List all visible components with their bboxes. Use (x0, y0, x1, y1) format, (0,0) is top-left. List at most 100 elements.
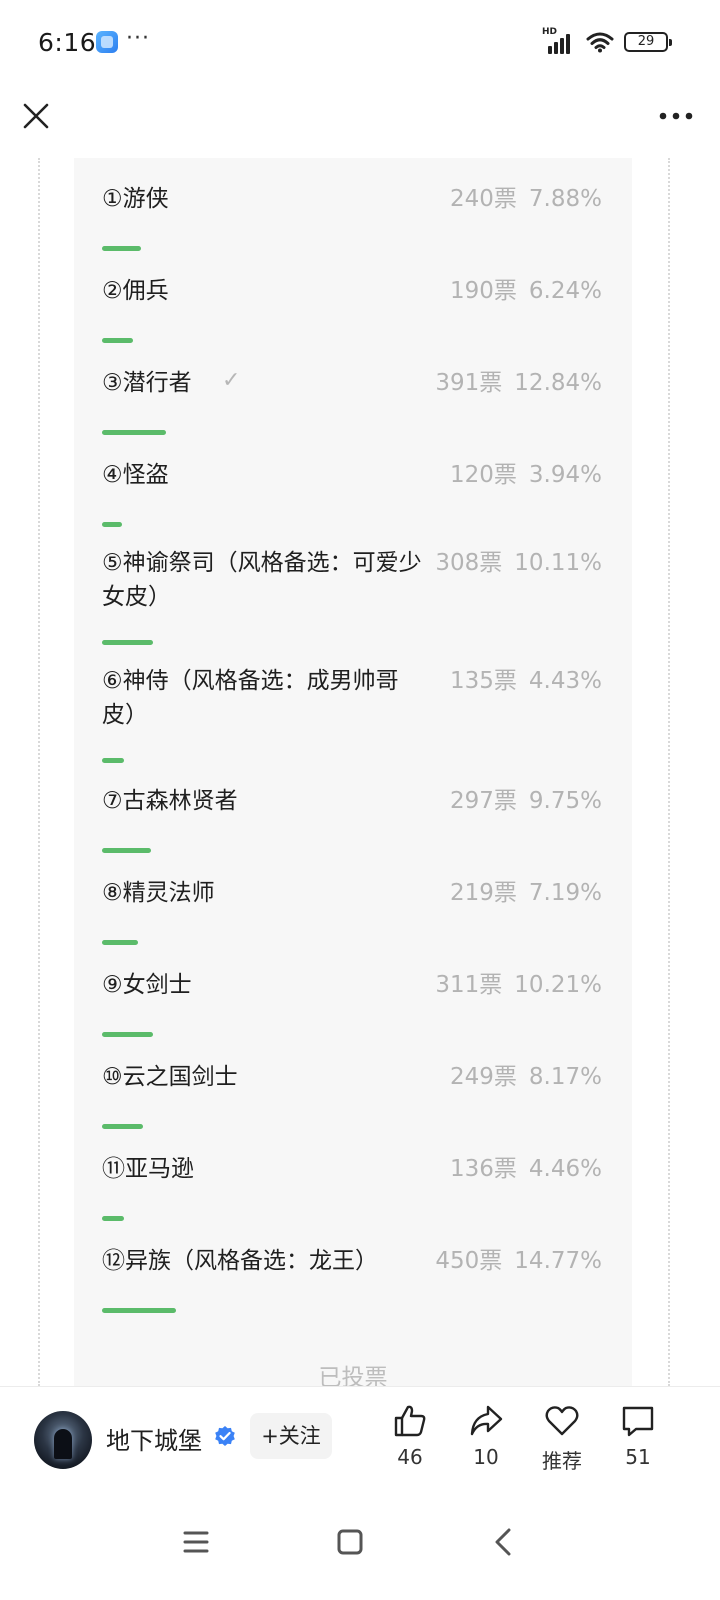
poll-option-stats: 120票 3.94% (450, 458, 602, 492)
poll-option-stats: 249票 8.17% (450, 1060, 602, 1094)
vote-share-bar (102, 758, 124, 763)
quote-border-left (38, 158, 40, 1386)
like-count: 46 (397, 1445, 423, 1469)
top-nav-bar (0, 86, 720, 158)
bottom-action-bar: 地下城堡 +关注 46 10 推荐 51 (0, 1386, 720, 1490)
vote-percent: 9.75% (528, 788, 602, 814)
recommend-button[interactable]: 推荐 (530, 1403, 594, 1474)
menu-icon[interactable] (172, 1518, 220, 1566)
poll-option-stats: 136票 4.46% (450, 1152, 602, 1186)
vote-share-bar (102, 940, 138, 945)
poll-option-label: ④怪盗 (102, 462, 169, 488)
share-count: 10 (473, 1445, 499, 1469)
more-notifications-icon: ··· (126, 26, 150, 51)
poll-option-stats: 311票 10.21% (435, 968, 602, 1002)
follow-button[interactable]: +关注 (250, 1413, 332, 1459)
share-icon (470, 1405, 503, 1436)
poll-option-stats: 135票 4.43% (450, 664, 602, 698)
wifi-icon (586, 32, 614, 53)
status-bar: 6:16 ··· HD 29 (0, 0, 720, 86)
vote-count: 190票 (450, 278, 517, 304)
post-content[interactable]: 已投票 ①游侠 240票 7.88% ②佣兵 190票 6.24% ③潜行者 ✓ 391票 12.… (0, 158, 720, 1386)
vote-percent: 12.84% (514, 370, 602, 396)
poll-option-stats: 308票 10.11% (435, 546, 602, 580)
network-type-label: HD (542, 27, 558, 37)
vote-share-bar (102, 246, 141, 251)
app-notification-icon (96, 31, 118, 53)
poll-option-stats: 391票 12.84% (435, 366, 602, 400)
vote-count: 450票 (435, 1248, 503, 1274)
battery-icon: 29 (624, 32, 672, 52)
vote-count: 311票 (435, 972, 503, 998)
poll-option-label: ⑥神侍（风格备选：成男帅哥皮） (102, 668, 399, 728)
battery-level: 29 (637, 34, 655, 49)
poll-option-label: ①游侠 (102, 186, 169, 212)
vote-percent: 3.94% (528, 462, 602, 488)
back-icon[interactable] (480, 1518, 528, 1566)
vote-share-bar (102, 1124, 143, 1129)
poll-option-label: ⑩云之国剑士 (102, 1064, 238, 1090)
vote-percent: 6.24% (528, 278, 602, 304)
poll-option-stats: 240票 7.88% (450, 182, 602, 216)
poll-option-label: ③潜行者 (102, 370, 192, 396)
poll-option-stats: 450票 14.77% (435, 1244, 602, 1278)
comment-button[interactable]: 51 (606, 1403, 670, 1469)
vote-percent: 7.19% (528, 880, 602, 906)
vote-count: 249票 (450, 1064, 517, 1090)
comment-count: 51 (625, 1445, 651, 1469)
vote-share-bar (102, 1216, 124, 1221)
vote-share-bar (102, 338, 133, 343)
close-icon[interactable] (20, 100, 52, 132)
vote-count: 120票 (450, 462, 517, 488)
vote-count: 219票 (450, 880, 517, 906)
thumbs-up-icon (394, 1405, 426, 1437)
poll-option-label: ⑨女剑士 (102, 972, 192, 998)
like-button[interactable]: 46 (378, 1403, 442, 1469)
status-indicators: HD 29 (542, 27, 672, 54)
quote-border-right (668, 158, 670, 1386)
poll-option-label: ②佣兵 (102, 278, 169, 304)
vote-share-bar (102, 848, 151, 853)
verified-badge-icon (215, 1426, 235, 1446)
poll-option-stats: 190票 6.24% (450, 274, 602, 308)
more-icon[interactable] (658, 110, 694, 122)
poll-option-label: ⑦古森林贤者 (102, 788, 238, 814)
check-icon: ✓ (222, 368, 241, 393)
vote-percent: 7.88% (528, 186, 602, 212)
poll-option-stats: 219票 7.19% (450, 876, 602, 910)
vote-count: 136票 (450, 1156, 517, 1182)
author-avatar[interactable] (34, 1411, 92, 1469)
vote-share-bar (102, 1308, 176, 1313)
author-name[interactable]: 地下城堡 (106, 1421, 202, 1456)
vote-count: 391票 (435, 370, 503, 396)
voted-status: 已投票 (318, 1365, 388, 1386)
poll-card: 已投票 ①游侠 240票 7.88% ②佣兵 190票 6.24% ③潜行者 ✓ 391票 12.… (74, 158, 632, 1386)
recommend-label: 推荐 (542, 1449, 582, 1473)
system-nav-bar (0, 1490, 720, 1600)
poll-option-label: ⑤神谕祭司（风格备选：可爱少女皮） (102, 550, 422, 610)
signal-icon: HD (542, 27, 576, 54)
vote-count: 240票 (450, 186, 517, 212)
vote-percent: 4.46% (528, 1156, 602, 1182)
home-icon[interactable] (326, 1518, 374, 1566)
share-button[interactable]: 10 (454, 1403, 518, 1469)
vote-count: 308票 (435, 550, 503, 576)
poll-option-label: ⑧精灵法师 (102, 880, 215, 906)
vote-share-bar (102, 1032, 153, 1037)
vote-count: 297票 (450, 788, 517, 814)
vote-share-bar (102, 430, 166, 435)
poll-option-label: ⑪亚马逊 (102, 1156, 194, 1182)
vote-percent: 10.11% (514, 550, 602, 576)
status-time: 6:16 (38, 28, 97, 57)
vote-percent: 4.43% (528, 668, 602, 694)
vote-percent: 8.17% (528, 1064, 602, 1090)
vote-share-bar (102, 640, 153, 645)
vote-share-bar (102, 522, 122, 527)
comment-icon (622, 1406, 654, 1437)
vote-count: 135票 (450, 668, 517, 694)
poll-option-label: ⑫异族（风格备选：龙王） (102, 1248, 378, 1274)
vote-percent: 14.77% (514, 1248, 602, 1274)
vote-percent: 10.21% (514, 972, 602, 998)
poll-option-stats: 297票 9.75% (450, 784, 602, 818)
heart-icon (545, 1406, 579, 1436)
